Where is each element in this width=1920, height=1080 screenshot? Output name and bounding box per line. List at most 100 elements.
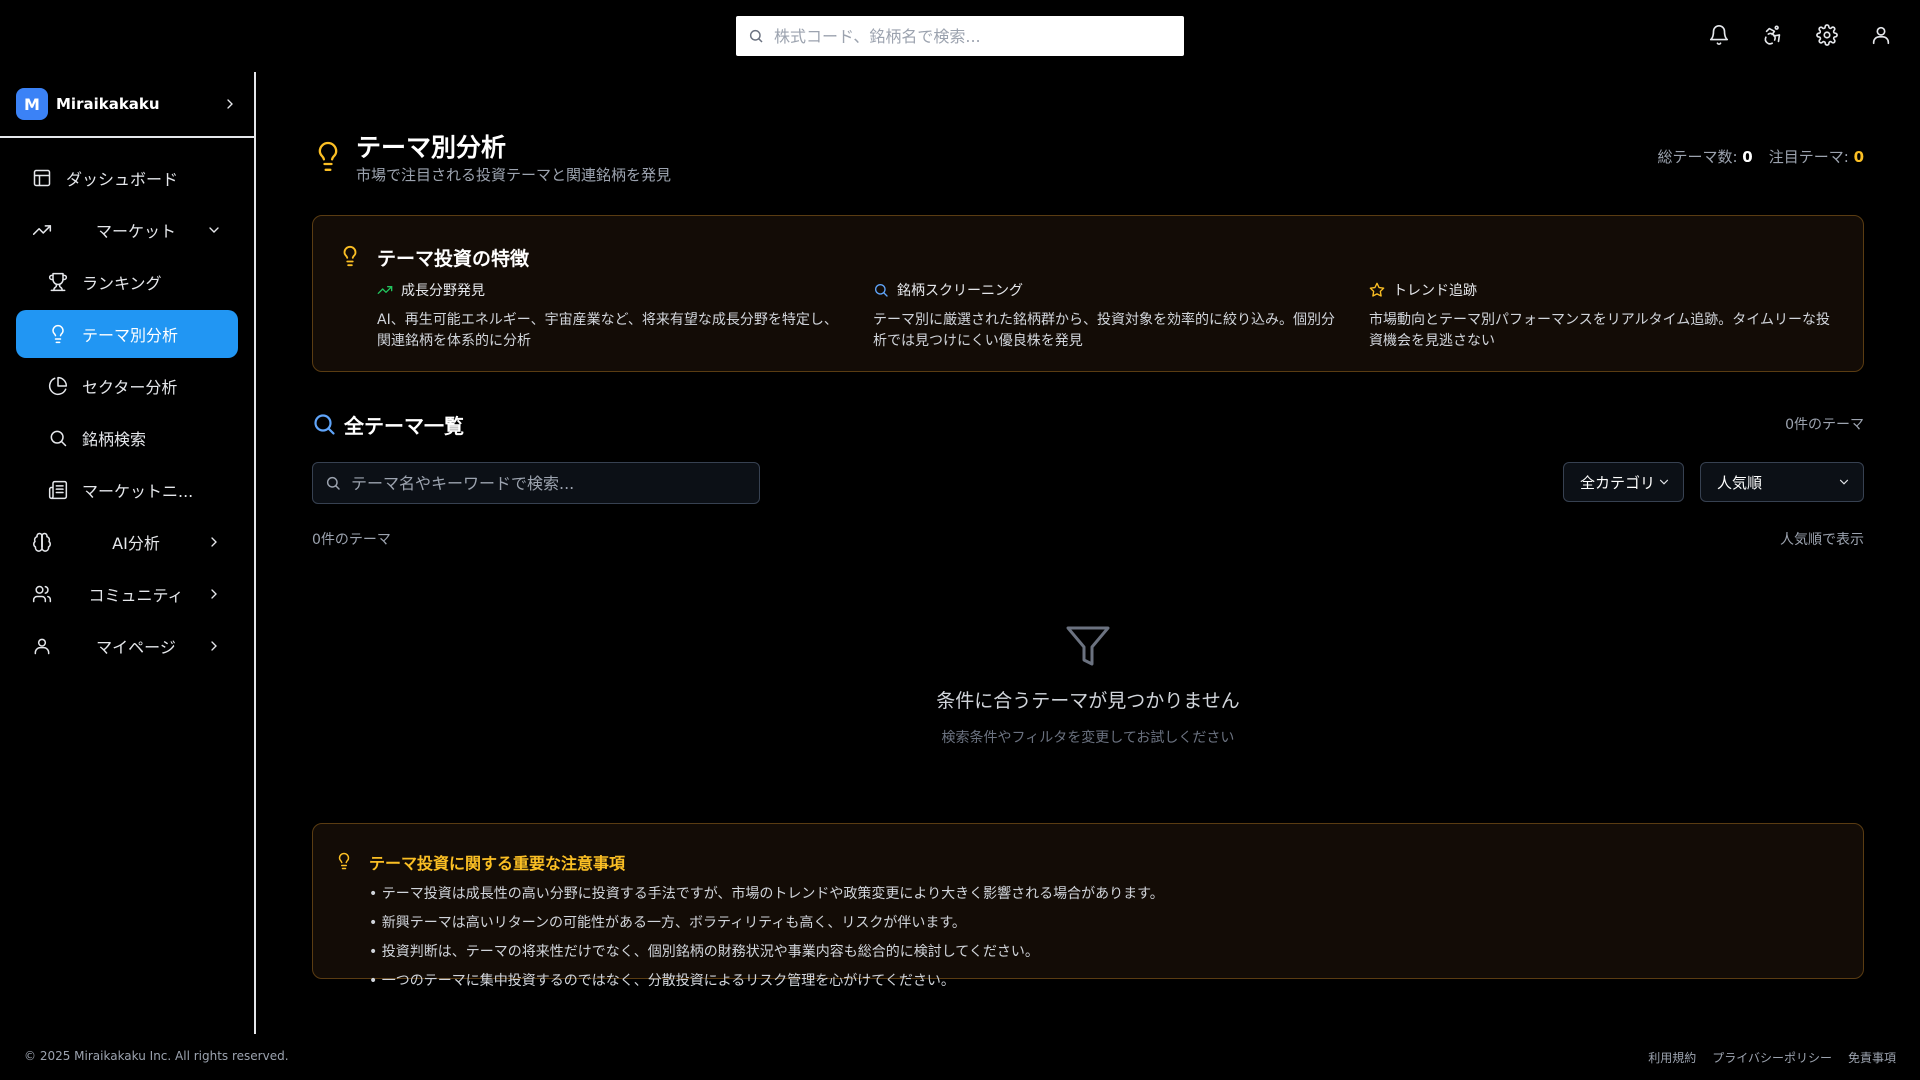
sort-select-value: 人気順 [1717,473,1763,492]
notice-title: テーマ投資に関する重要な注意事項 [369,854,626,873]
user-icon [34,638,50,655]
filter-row: 全カテゴリ 人気順 [312,462,1864,506]
top-bar [0,0,1920,72]
sidebar-item-community[interactable]: コミュニティ [16,570,238,618]
page-subtitle: 市場で注目される投資テーマと関連銘柄を発見 [356,166,672,184]
search-icon [875,284,888,297]
user-icon[interactable] [1870,24,1892,46]
lightbulb-icon [318,141,338,171]
trending-up-icon [377,286,393,294]
sidebar-item-sector-analysis[interactable]: セクター分析 [16,362,238,410]
trophy-icon [48,272,68,292]
sidebar-item-label: AI分析 [112,534,160,553]
lightbulb-icon [52,324,64,344]
notice-item: テーマ投資は成長性の高い分野に投資する手法ですが、市場のトレンドや政策変更により… [369,880,1164,909]
chevron-down-icon [209,227,219,233]
theme-search-input[interactable] [351,473,741,493]
search-icon [50,430,67,447]
search-icon [749,29,763,43]
lightbulb-icon [338,852,350,870]
feature-growth: 成長分野発見 AI、再生可能エネルギー、宇宙産業など、将来有望な成長分野を特定し… [377,280,849,352]
feature-screening: 銘柄スクリーニング テーマ別に厳選された銘柄群から、投資対象を効率的に絞り込み。… [873,280,1345,352]
hot-themes-stat: 注目テーマ: 0 [1769,146,1864,167]
copyright: © 2025 Miraikakaku Inc. All rights reser… [24,1049,289,1063]
feature-desc: AI、再生可能エネルギー、宇宙産業など、将来有望な成長分野を特定し、関連銘柄を体… [377,312,838,349]
accessibility-icon[interactable] [1762,24,1784,46]
notice-card: テーマ投資に関する重要な注意事項 テーマ投資は成長性の高い分野に投資する手法です… [312,823,1864,989]
footer: © 2025 Miraikakaku Inc. All rights reser… [0,1034,1920,1080]
theme-search[interactable] [312,462,760,504]
sidebar-item-market-news[interactable]: マーケットニ... [16,466,238,514]
sidebar-item-mypage[interactable]: マイページ [16,622,238,670]
filter-icon [1066,626,1110,666]
total-themes-stat: 総テーマ数: 0 [1657,146,1752,167]
brain-icon [33,532,51,552]
notice-item: 新興テーマは高いリターンの可能性がある一方、ボラティリティも高く、リスクが伴いま… [369,909,1164,938]
footer-link-terms[interactable]: 利用規約 [1648,1049,1696,1066]
users-icon [32,585,52,603]
search-icon [326,476,340,490]
notice-item: 一つのテーマに集中投資するのではなく、分散投資によるリスク管理を心がけてください… [369,967,1164,996]
brand-header[interactable]: M Miraikakaku [0,72,254,138]
features-title: テーマ投資の特徴 [377,248,530,270]
theme-list-title: 全テーマ一覧 [344,414,464,438]
page-header: テーマ別分析 市場で注目される投資テーマと関連銘柄を発見 総テーマ数: 0 注目… [312,128,1864,188]
sidebar-item-stock-search[interactable]: 銘柄検索 [16,414,238,462]
header-stats: 総テーマ数: 0 注目テーマ: 0 [1657,146,1864,167]
sidebar-item-label: セクター分析 [82,378,178,397]
sidebar-item-label: コミュニティ [88,586,184,605]
global-search-input[interactable] [774,26,1154,46]
feature-title: トレンド追跡 [1393,283,1477,299]
hot-themes-value: 0 [1853,148,1864,166]
layout-icon [33,169,51,187]
sidebar-item-label: テーマ別分析 [82,326,179,345]
theme-features-card: テーマ投資の特徴 成長分野発見 AI、再生可能エネルギー、宇宙産業など、将来有望… [312,215,1864,372]
sidebar-item-ranking[interactable]: ランキング [16,258,238,306]
sort-select[interactable]: 人気順 [1700,462,1864,502]
sidebar-item-dashboard[interactable]: ダッシュボード [16,154,238,202]
sidebar-item-label: マーケットニ... [82,482,194,501]
total-themes-value: 0 [1742,148,1753,166]
page-title: テーマ別分析 [356,133,507,162]
lightbulb-icon [343,246,357,267]
trending-up-icon [32,225,52,235]
sidebar-item-ai-analysis[interactable]: AI分析 [16,518,238,566]
notice-list: テーマ投資は成長性の高い分野に投資する手法ですが、市場のトレンドや政策変更により… [369,880,1164,996]
sidebar: M Miraikakaku ダッシュボード マーケット ランキング テーマ別分析… [0,72,256,1034]
empty-subtitle: 検索条件やフィルタを変更してお試しください [941,730,1235,746]
sidebar-item-theme-analysis[interactable]: テーマ別分析 [16,310,238,358]
category-select-value: 全カテゴリ [1580,473,1656,492]
theme-count: 0件のテーマ [1785,417,1864,433]
feature-desc: テーマ別に厳選された銘柄群から、投資対象を効率的に絞り込み。個別分析では見つけに… [873,312,1335,349]
theme-list-header: 全テーマ一覧 0件のテーマ [312,408,1864,440]
sidebar-item-label: マーケット [95,222,176,241]
chevron-right-icon [211,589,217,599]
feature-desc: 市場動向とテーマ別パフォーマンスをリアルタイム追跡。タイムリーな投資機会を見逃さ… [1369,312,1831,349]
sidebar-item-label: ダッシュボード [66,170,179,189]
bell-icon[interactable] [1708,24,1730,46]
chevron-right-icon[interactable] [222,96,238,112]
footer-link-disclaimer[interactable]: 免責事項 [1848,1049,1896,1066]
category-select[interactable]: 全カテゴリ [1563,462,1684,502]
total-themes-label: 総テーマ数: [1657,148,1738,166]
notice-item: 投資判断は、テーマの将来性だけでなく、個別銘柄の財務状況や事業内容も総合的に検討… [369,938,1164,967]
sidebar-item-market[interactable]: マーケット [16,206,238,254]
global-search[interactable] [736,16,1184,56]
brand-logo: M [16,88,48,120]
footer-link-privacy[interactable]: プライバシーポリシー [1712,1049,1832,1066]
gear-icon[interactable] [1816,24,1838,46]
feature-title: 成長分野発見 [401,283,485,299]
search-icon [314,414,335,435]
result-count: 0件のテーマ [312,532,391,548]
newspaper-icon [48,480,68,500]
sidebar-item-label: 銘柄検索 [82,430,147,449]
chevron-down-icon [1839,479,1849,485]
pie-chart-icon [48,376,68,396]
star-icon [1369,282,1385,297]
sort-display: 人気順で表示 [1780,532,1864,548]
feature-trend: トレンド追跡 市場動向とテーマ別パフォーマンスをリアルタイム追跡。タイムリーな投… [1369,280,1841,352]
chevron-down-icon [1659,479,1669,485]
empty-title: 条件に合うテーマが見つかりません [936,690,1240,712]
chevron-right-icon [211,641,217,651]
brand-name: Miraikakaku [56,95,160,113]
